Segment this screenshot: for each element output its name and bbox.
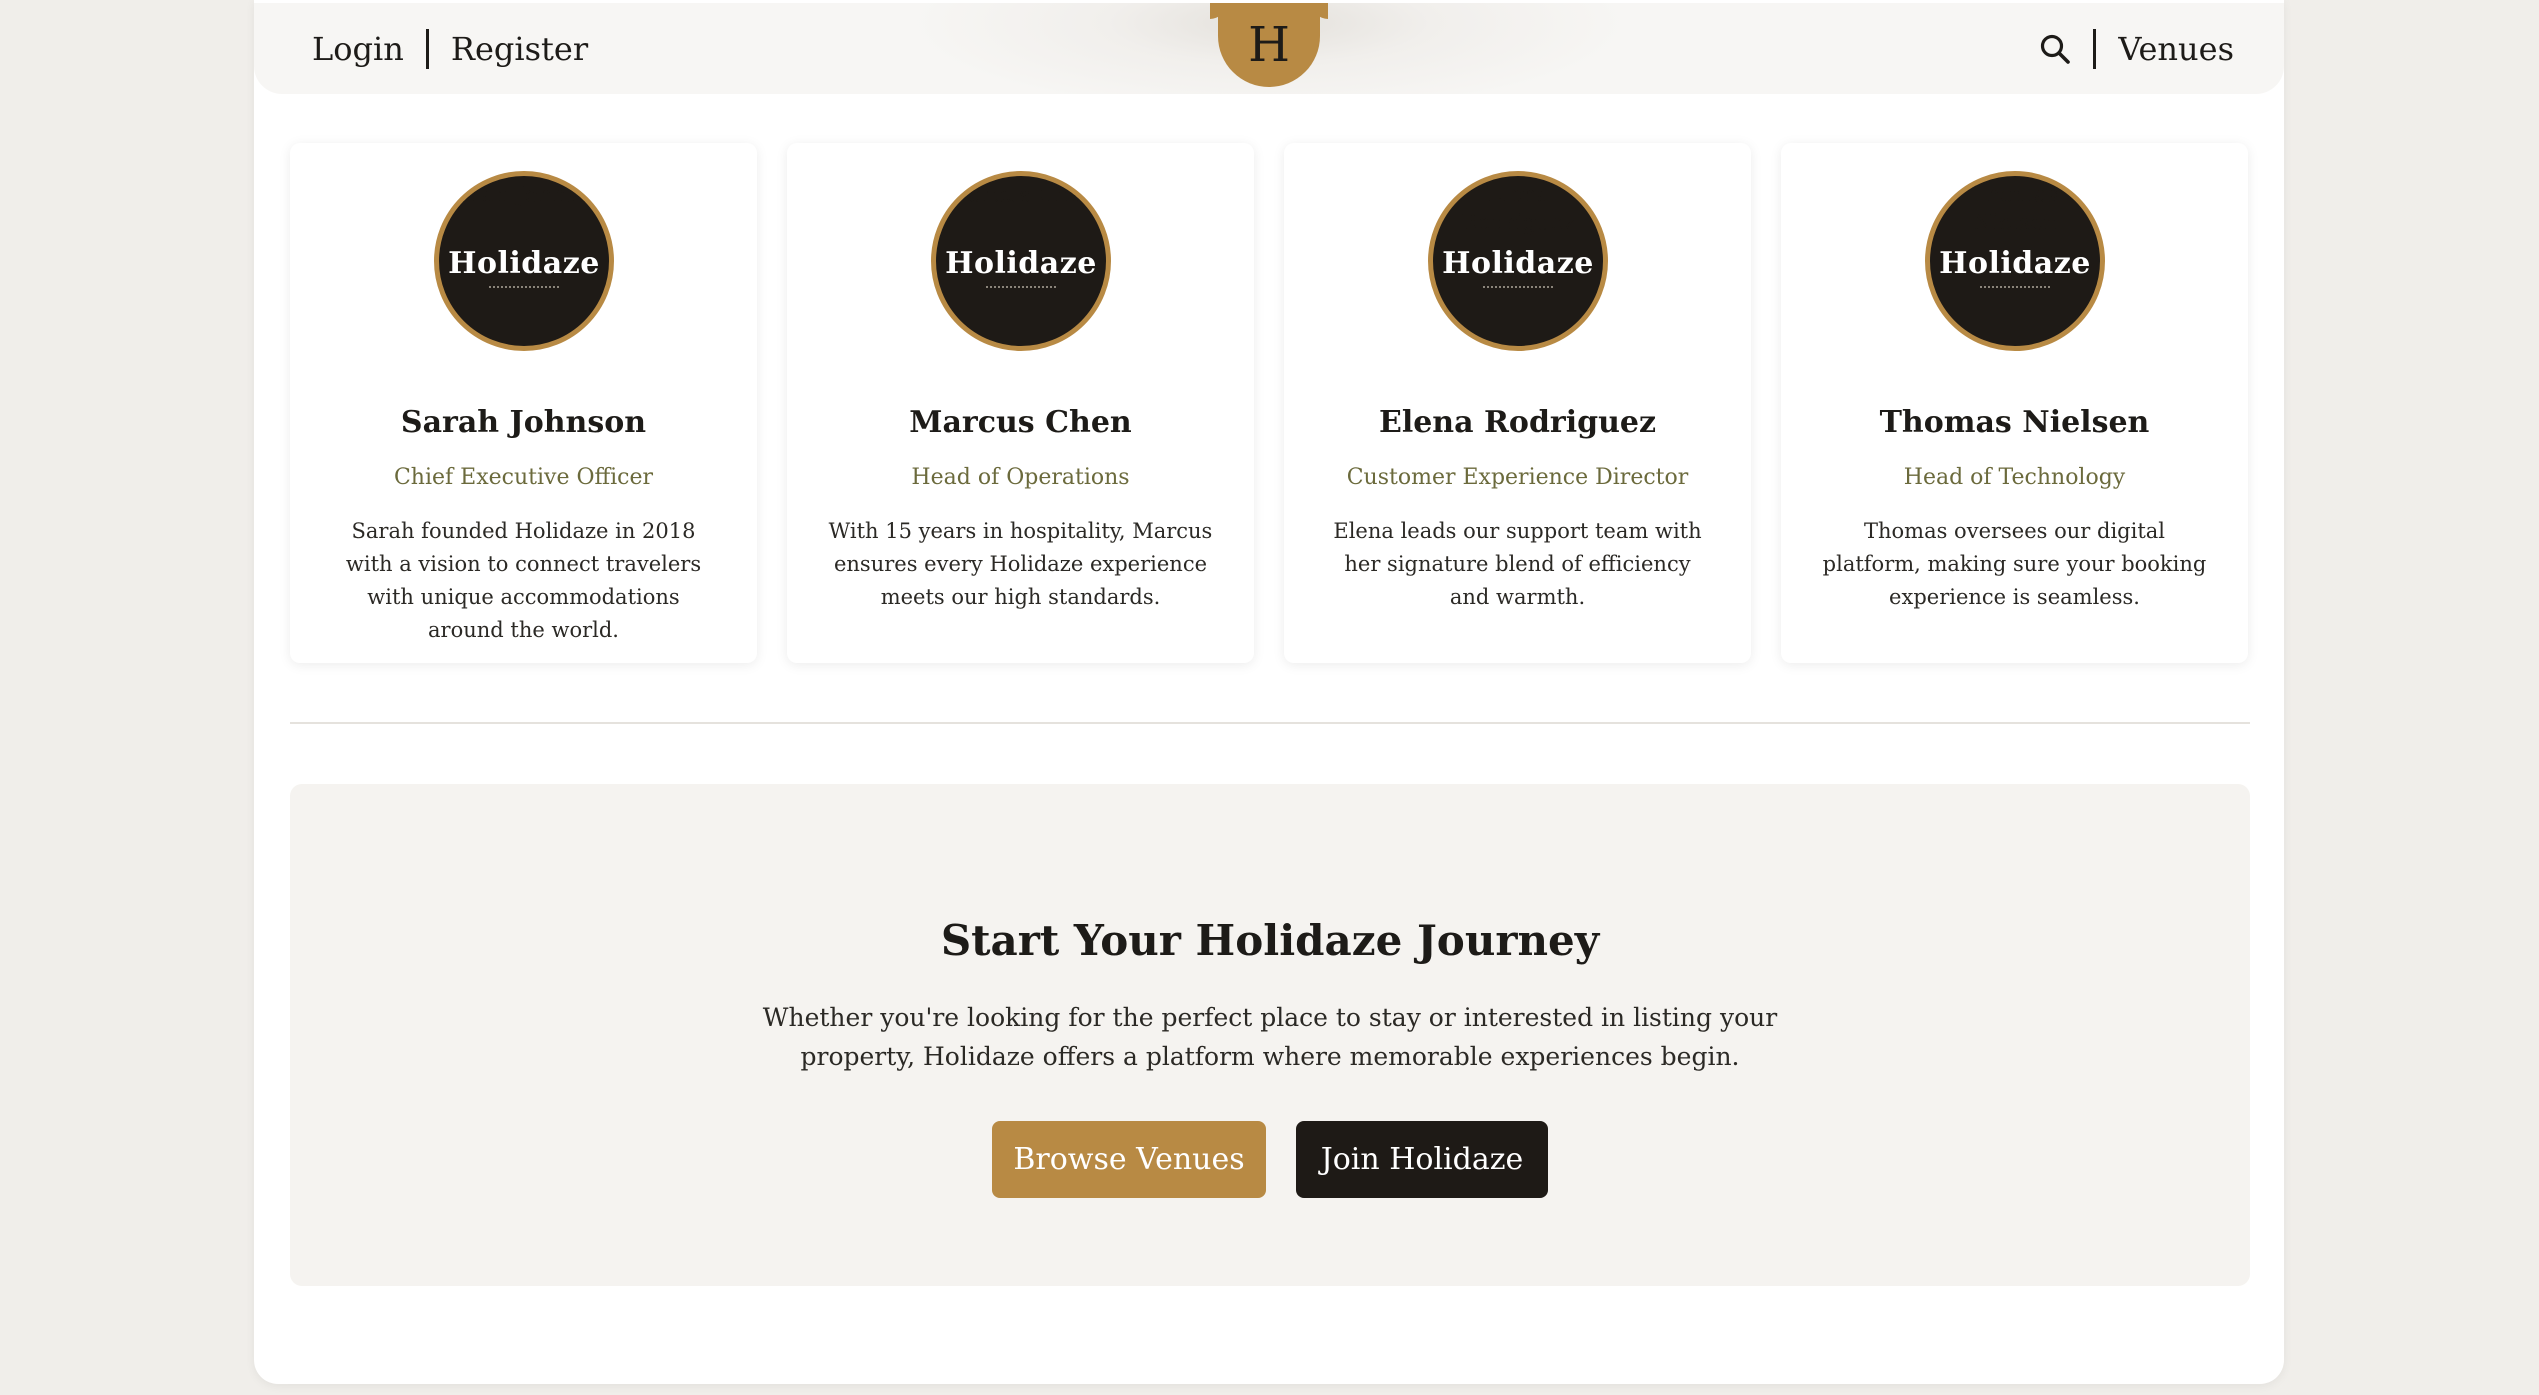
team-grid: Sarah Johnson Holidaze Sarah Johnson Chi… bbox=[290, 143, 2248, 663]
member-role: Customer Experience Director bbox=[1346, 465, 1689, 490]
logo-letter: H bbox=[1248, 17, 1290, 73]
nav-divider bbox=[425, 29, 429, 69]
team-card: Sarah Johnson Holidaze Sarah Johnson Chi… bbox=[290, 143, 757, 663]
member-name: Elena Rodriguez bbox=[1378, 405, 1657, 440]
member-role: Head of Technology bbox=[1903, 465, 2126, 490]
team-card: Thomas Nielsen Holidaze Thomas Nielsen H… bbox=[1781, 143, 2248, 663]
avatar-alt-text: Sarah Johnson bbox=[442, 183, 606, 208]
site-header: Login Register H Venues bbox=[254, 3, 2284, 94]
logo-notch-right bbox=[1312, 3, 1328, 19]
join-holidaze-button[interactable]: Join Holidaze bbox=[1296, 1121, 1548, 1198]
avatar: Thomas Nielsen Holidaze bbox=[1925, 171, 2105, 351]
avatar-alt-text: Elena Rodriguez bbox=[1460, 183, 1576, 236]
avatar: Marcus Chen Holidaze bbox=[931, 171, 1111, 351]
venues-link[interactable]: Venues bbox=[2118, 30, 2234, 68]
nav-divider bbox=[2093, 29, 2097, 69]
member-name: Thomas Nielsen bbox=[1879, 405, 2150, 440]
avatar: Sarah Johnson Holidaze bbox=[434, 171, 614, 351]
search-icon[interactable] bbox=[2039, 33, 2071, 65]
avatar-tagline bbox=[1980, 286, 2050, 289]
main-nav: Venues bbox=[2039, 29, 2234, 69]
avatar-alt-text: Marcus Chen bbox=[946, 183, 1096, 208]
member-name: Marcus Chen bbox=[909, 405, 1132, 440]
team-card: Elena Rodriguez Holidaze Elena Rodriguez… bbox=[1284, 143, 1751, 663]
member-bio: Elena leads our support team with her si… bbox=[1333, 519, 1702, 609]
member-name: Sarah Johnson bbox=[400, 405, 647, 440]
avatar: Elena Rodriguez Holidaze bbox=[1428, 171, 1608, 351]
browse-venues-button[interactable]: Browse Venues bbox=[992, 1121, 1266, 1198]
member-bio: Sarah founded Holidaze in 2018 with a vi… bbox=[345, 519, 702, 642]
page-container: Login Register H Venues Sarah Johnson Ho… bbox=[254, 0, 2284, 1384]
team-card: Marcus Chen Holidaze Marcus Chen Head of… bbox=[787, 143, 1254, 663]
cta-title: Start Your Holidaze Journey bbox=[940, 916, 1600, 965]
member-role: Head of Operations bbox=[911, 465, 1130, 490]
cta-section: Start Your Holidaze Journey Whether you'… bbox=[290, 784, 2250, 1286]
avatar-alt-text: Thomas Nielsen bbox=[1971, 183, 2059, 236]
avatar-brand: Holidaze bbox=[1442, 246, 1594, 281]
avatar-brand: Holidaze bbox=[1939, 246, 2091, 281]
member-bio: With 15 years in hospitality, Marcus ens… bbox=[828, 519, 1213, 609]
cta-text: Whether you're looking for the perfect p… bbox=[762, 1003, 1778, 1071]
avatar-brand: Holidaze bbox=[448, 246, 600, 281]
cta-buttons: Browse Venues Join Holidaze bbox=[290, 1121, 2250, 1198]
logo-notch-left bbox=[1210, 3, 1226, 19]
avatar-tagline bbox=[1483, 286, 1553, 289]
login-link[interactable]: Login bbox=[312, 30, 404, 68]
register-link[interactable]: Register bbox=[451, 30, 588, 68]
site-logo[interactable]: H bbox=[1210, 3, 1328, 87]
avatar-tagline bbox=[986, 286, 1056, 289]
member-bio: Thomas oversees our digital platform, ma… bbox=[1822, 519, 2207, 609]
avatar-brand: Holidaze bbox=[945, 246, 1097, 281]
avatar-tagline bbox=[489, 286, 559, 289]
auth-nav: Login Register bbox=[312, 29, 588, 69]
member-role: Chief Executive Officer bbox=[393, 465, 654, 490]
section-divider bbox=[290, 722, 2250, 724]
